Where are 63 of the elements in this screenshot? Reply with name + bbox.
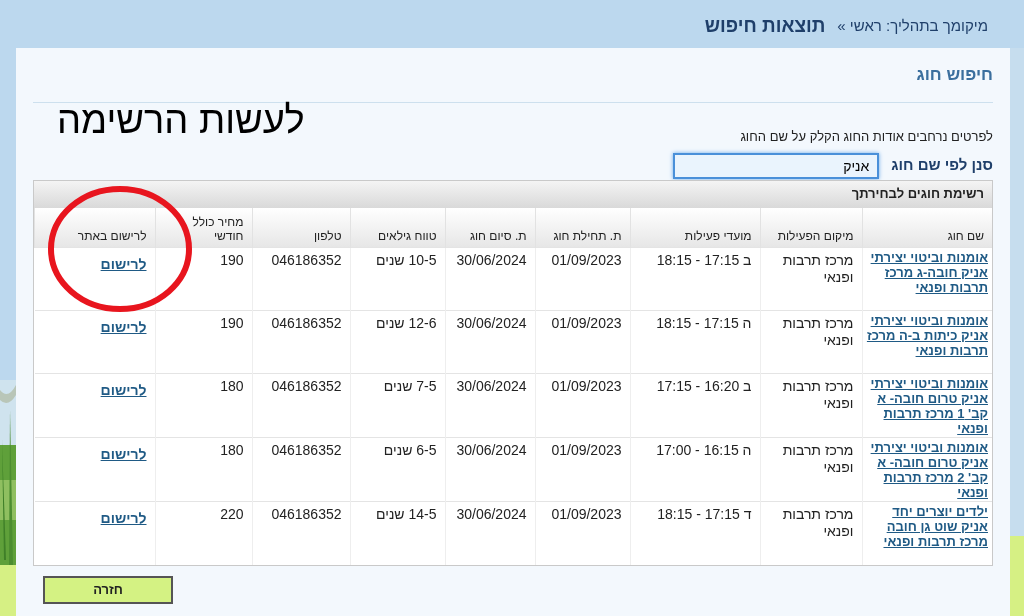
column-header: טלפון — [252, 207, 350, 248]
table-cell: 6-5 שנים — [350, 437, 445, 502]
register-link[interactable]: לרישום — [100, 444, 147, 465]
column-header: טווח גילאים — [350, 207, 445, 248]
column-header: ת. סיום חוג — [445, 207, 535, 248]
table-cell: 01/09/2023 — [535, 247, 630, 311]
table-cell: 046186352 — [252, 437, 350, 502]
table-cell: 046186352 — [252, 501, 350, 565]
register-link[interactable]: לרישום — [100, 254, 147, 275]
table-cell: 01/09/2023 — [535, 437, 630, 502]
column-header: שם חוג — [862, 207, 992, 248]
column-header: ת. תחילת חוג — [535, 207, 630, 248]
course-name-link[interactable]: אומנות וביטוי יצירתי אניק טרום חובה- א קב' 2 מרכז תרבות ופנאי — [866, 440, 988, 500]
course-name-link[interactable]: אומנות וביטוי יצירתי אניק חובה-ג מרכז תרבות ופנאי — [866, 250, 988, 295]
register-link[interactable]: לרישום — [100, 508, 147, 529]
table-cell: ב 17:15 - 18:15 — [630, 247, 760, 311]
register-link[interactable]: לרישום — [100, 380, 147, 401]
column-header: מחיר כולל חודשי — [155, 207, 252, 248]
table-cell: 7-5 שנים — [350, 373, 445, 438]
table-cell: 01/09/2023 — [535, 310, 630, 374]
register-link[interactable]: לרישום — [100, 317, 147, 338]
course-name-link[interactable]: אומנות וביטוי יצירתי אניק כיתות ב-ה מרכז תרבות ופנאי — [866, 313, 988, 358]
course-name-link[interactable]: אומנות וביטוי יצירתי אניק טרום חובה- א קב' 1 מרכז תרבות ופנאי — [866, 376, 988, 436]
table-cell: 10-5 שנים — [350, 247, 445, 311]
hint-text: לפרטים נרחבים אודות החוג הקלק על שם החוג — [740, 128, 993, 146]
table-cell: ה 16:15 - 17:00 — [630, 437, 760, 502]
table-cell: 01/09/2023 — [535, 373, 630, 438]
table-cell: 30/06/2024 — [445, 310, 535, 374]
table-cell: מרכז תרבות ופנאי — [760, 310, 862, 374]
table-cell: 180 — [155, 437, 252, 502]
table-caption: רשימת חוגים לבחירתך — [34, 180, 992, 208]
table-cell: מרכז תרבות ופנאי — [760, 437, 862, 502]
filter-label: סנן לפי שם חוג — [891, 155, 993, 176]
table-cell: 180 — [155, 373, 252, 438]
table-cell: 30/06/2024 — [445, 437, 535, 502]
course-name-link[interactable]: ילדים יוצרים יחד אניק שוט גן חובה מרכז תרבות ופנאי — [866, 504, 988, 549]
table-cell: 30/06/2024 — [445, 501, 535, 565]
annotation-text: לעשות הרשימה — [57, 100, 305, 139]
table-cell: 046186352 — [252, 373, 350, 438]
table-cell: 220 — [155, 501, 252, 565]
table-cell: מרכז תרבות ופנאי — [760, 247, 862, 311]
table-cell: מרכז תרבות ופנאי — [760, 501, 862, 565]
table-cell: 01/09/2023 — [535, 501, 630, 565]
breadcrumb-trail: מיקומך בתהליך: ראשי » — [837, 15, 988, 36]
table-cell: ד 17:15 - 18:15 — [630, 501, 760, 565]
table-cell: מרכז תרבות ופנאי — [760, 373, 862, 438]
page-title: תוצאות חיפוש — [704, 13, 826, 38]
column-header: מועדי פעילות — [630, 207, 760, 248]
table-cell: 046186352 — [252, 310, 350, 374]
table-cell: 046186352 — [252, 247, 350, 311]
back-button[interactable]: חזרה — [43, 575, 173, 604]
column-header: מיקום הפעילות — [760, 207, 862, 248]
table-cell: 30/06/2024 — [445, 373, 535, 438]
section-title: חיפוש חוג — [916, 64, 993, 86]
table-cell: 12-6 שנים — [350, 310, 445, 374]
table-cell: 190 — [155, 247, 252, 311]
table-cell: 190 — [155, 310, 252, 374]
column-header: לרישום באתר — [34, 207, 155, 248]
filter-field[interactable]: אניק — [673, 152, 880, 179]
table-cell: ה 17:15 - 18:15 — [630, 310, 760, 374]
table-cell: ב 16:20 - 17:15 — [630, 373, 760, 438]
table-cell: 30/06/2024 — [445, 247, 535, 311]
table-cell: 14-5 שנים — [350, 501, 445, 565]
